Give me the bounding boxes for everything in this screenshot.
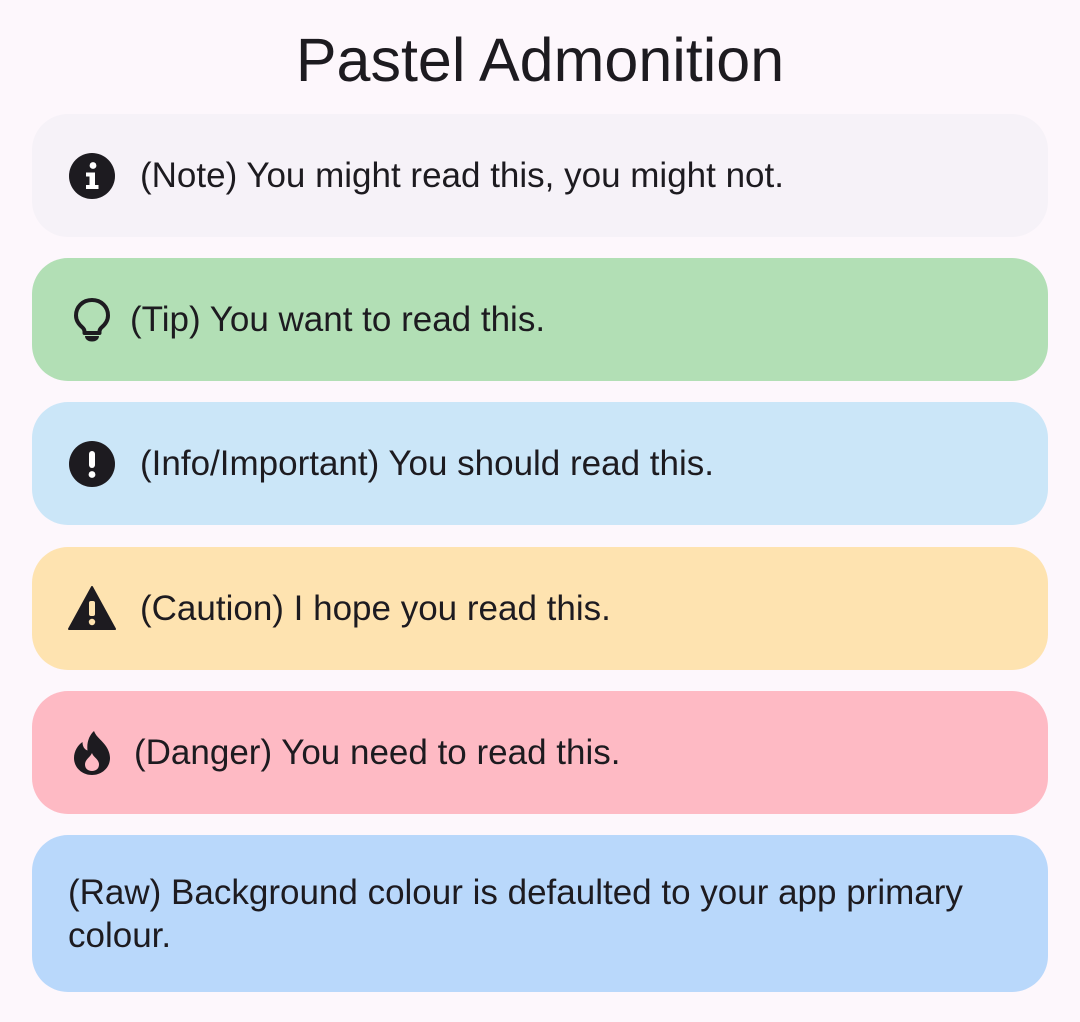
admonition-danger-text: (Danger) You need to read this. [134, 733, 621, 772]
admonition-note: (Note) You might read this, you might no… [32, 114, 1048, 237]
admonition-danger: (Danger) You need to read this. [32, 691, 1048, 814]
warning-triangle-icon [68, 585, 116, 633]
admonition-caution-text: (Caution) I hope you read this. [140, 589, 611, 628]
exclamation-circle-icon [68, 440, 116, 488]
flame-icon [68, 729, 116, 777]
admonition-tip-text: (Tip) You want to read this. [130, 300, 546, 339]
admonition-caution: (Caution) I hope you read this. [32, 547, 1048, 670]
admonition-raw: (Raw) Background colour is defaulted to … [32, 835, 1048, 992]
admonition-note-text: (Note) You might read this, you might no… [140, 156, 784, 195]
lightbulb-icon [68, 296, 116, 344]
admonition-info-text: (Info/Important) You should read this. [140, 444, 714, 483]
admonition-info: (Info/Important) You should read this. [32, 402, 1048, 525]
admonition-tip: (Tip) You want to read this. [32, 258, 1048, 381]
admonition-raw-text: (Raw) Background colour is defaulted to … [68, 872, 963, 955]
info-circle-icon [68, 152, 116, 200]
page-title: Pastel Admonition [295, 26, 785, 94]
